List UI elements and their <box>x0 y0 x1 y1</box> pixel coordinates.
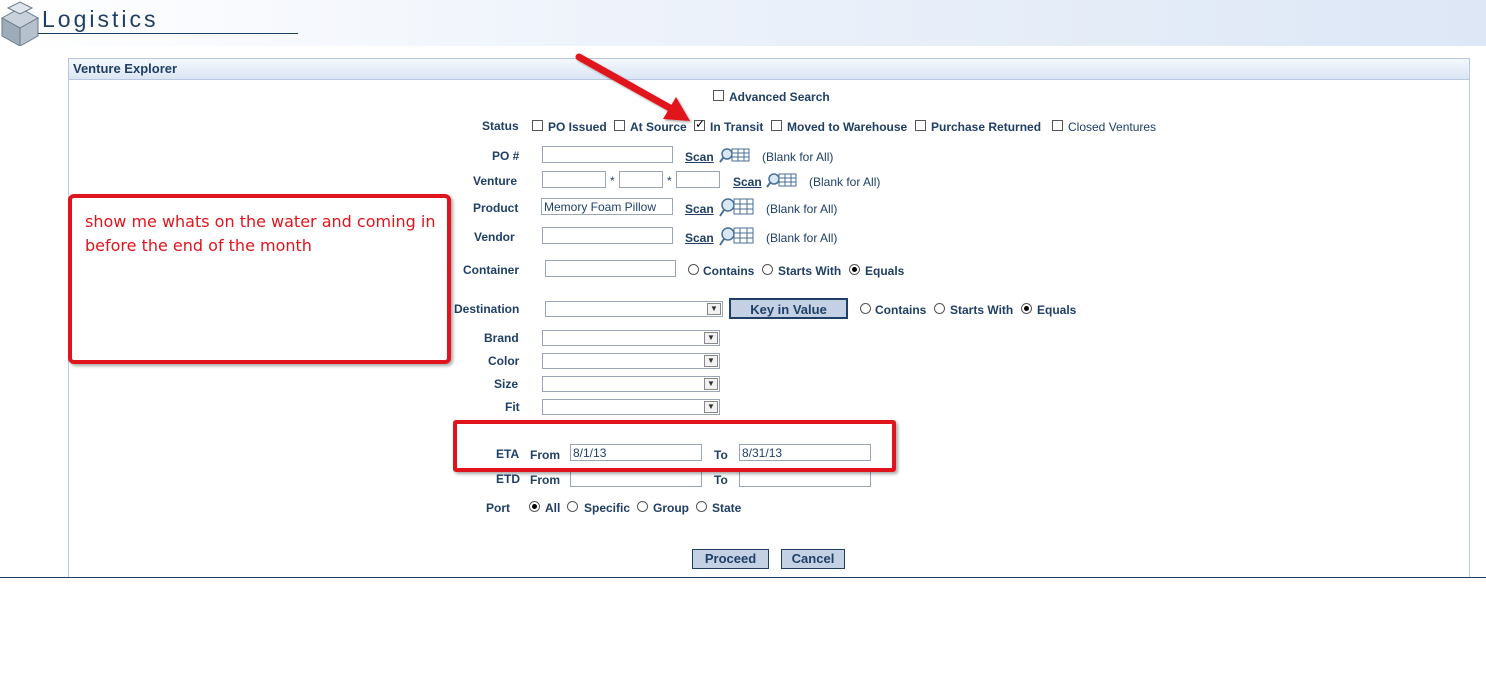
port-all-label: All <box>545 501 561 515</box>
cancel-button[interactable]: Cancel <box>781 549 845 569</box>
status-closed-ventures-label: Closed Ventures <box>1068 120 1157 134</box>
container-contains-radio[interactable] <box>688 264 699 275</box>
port-specific-radio[interactable] <box>567 501 578 512</box>
vendor-label: Vendor <box>474 230 515 244</box>
chevron-down-icon: ▼ <box>704 332 718 344</box>
port-label: Port <box>486 501 510 515</box>
destination-starts-with-label: Starts With <box>950 303 1014 317</box>
status-label: Status <box>482 119 519 133</box>
etd-label: ETD <box>496 472 520 486</box>
po-input[interactable] <box>542 146 673 163</box>
key-in-value-button[interactable]: Key in Value <box>729 298 848 319</box>
brand-select[interactable]: ▼ <box>542 330 720 346</box>
etd-to-input[interactable] <box>739 470 871 487</box>
status-in-transit-label: In Transit <box>710 120 764 134</box>
destination-equals-label: Equals <box>1037 303 1077 317</box>
port-all-radio[interactable] <box>529 501 540 512</box>
po-label: PO # <box>492 149 520 163</box>
chevron-down-icon: ▼ <box>707 303 721 315</box>
status-purchase-returned-checkbox[interactable] <box>915 120 926 131</box>
status-moved-to-warehouse-checkbox[interactable] <box>771 120 782 131</box>
venture-hint: (Blank for All) <box>809 175 881 189</box>
etd-from-input[interactable] <box>570 470 702 487</box>
destination-contains-radio[interactable] <box>860 303 871 314</box>
fit-select[interactable]: ▼ <box>542 399 720 415</box>
annotation-eta-highlight <box>453 420 896 472</box>
port-group-label: Group <box>653 501 689 515</box>
destination-starts-with-radio[interactable] <box>934 303 945 314</box>
venture-separator: * <box>610 174 615 188</box>
venture-separator: * <box>667 174 672 188</box>
container-equals-label: Equals <box>865 264 905 278</box>
status-moved-to-warehouse-label: Moved to Warehouse <box>787 120 908 134</box>
annotation-arrow-icon <box>575 53 690 121</box>
box-logo-icon <box>0 1 40 46</box>
vendor-hint: (Blank for All) <box>766 231 838 245</box>
etd-to-label: To <box>714 473 728 487</box>
color-label: Color <box>488 354 520 368</box>
container-equals-radio[interactable] <box>849 264 860 275</box>
po-hint: (Blank for All) <box>762 150 834 164</box>
venture-input-2[interactable] <box>619 171 663 188</box>
color-select[interactable]: ▼ <box>542 353 720 369</box>
destination-select[interactable]: ▼ <box>545 301 723 317</box>
advanced-search-label: Advanced Search <box>729 90 830 104</box>
venture-input-3[interactable] <box>676 171 720 188</box>
container-label: Container <box>463 263 520 277</box>
annotation-note-text: show me whats on the water and coming in… <box>85 212 436 255</box>
container-starts-with-label: Starts With <box>778 264 842 278</box>
app-title: Logistics <box>42 6 159 32</box>
container-input[interactable] <box>545 260 676 277</box>
bottom-divider <box>0 577 1486 578</box>
product-input[interactable] <box>541 198 673 215</box>
etd-from-label: From <box>530 473 560 487</box>
annotation-note-box: show me whats on the water and coming in… <box>68 194 451 364</box>
status-purchase-returned-label: Purchase Returned <box>931 120 1042 134</box>
fit-label: Fit <box>505 400 520 414</box>
size-label: Size <box>494 377 519 391</box>
venture-label: Venture <box>473 174 518 188</box>
product-label: Product <box>473 201 519 215</box>
proceed-button[interactable]: Proceed <box>692 549 769 569</box>
product-scan-link[interactable]: Scan <box>685 202 714 216</box>
panel-header: Venture Explorer <box>69 59 1469 80</box>
product-hint: (Blank for All) <box>766 202 838 216</box>
destination-label: Destination <box>454 302 520 316</box>
panel-title: Venture Explorer <box>73 61 178 76</box>
vendor-scan-link[interactable]: Scan <box>685 231 714 245</box>
brand-label: Brand <box>484 331 519 345</box>
venture-scan-grid-icon[interactable] <box>766 171 798 189</box>
port-state-radio[interactable] <box>696 501 707 512</box>
chevron-down-icon: ▼ <box>704 401 718 413</box>
vendor-input[interactable] <box>542 227 673 244</box>
po-scan-grid-icon[interactable] <box>719 146 751 164</box>
venture-input-1[interactable] <box>542 171 606 188</box>
status-po-issued-checkbox[interactable] <box>532 120 543 131</box>
container-starts-with-radio[interactable] <box>762 264 773 275</box>
vendor-scan-grid-icon[interactable] <box>719 225 755 247</box>
port-specific-label: Specific <box>584 501 631 515</box>
po-scan-link[interactable]: Scan <box>685 150 714 164</box>
title-underline <box>38 33 298 34</box>
port-state-label: State <box>712 501 742 515</box>
chevron-down-icon: ▼ <box>704 355 718 367</box>
port-group-radio[interactable] <box>637 501 648 512</box>
app-header <box>0 0 1486 46</box>
destination-equals-radio[interactable] <box>1021 303 1032 314</box>
destination-contains-label: Contains <box>875 303 927 317</box>
product-scan-grid-icon[interactable] <box>719 196 755 218</box>
advanced-search-checkbox[interactable] <box>713 90 724 101</box>
chevron-down-icon: ▼ <box>704 378 718 390</box>
venture-scan-link[interactable]: Scan <box>733 175 762 189</box>
size-select[interactable]: ▼ <box>542 376 720 392</box>
container-contains-label: Contains <box>703 264 755 278</box>
status-closed-ventures-checkbox[interactable] <box>1052 120 1063 131</box>
